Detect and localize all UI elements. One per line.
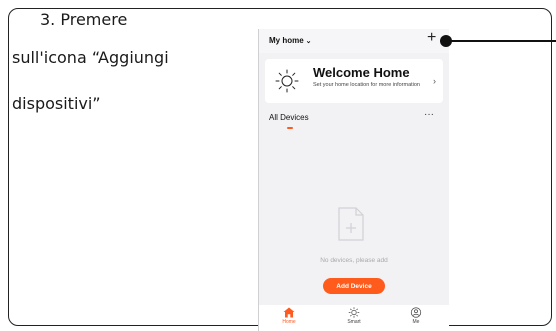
tab-all-devices[interactable]: All Devices xyxy=(269,113,309,122)
sun-icon xyxy=(275,69,299,93)
empty-state-text: No devices, please add xyxy=(320,257,388,264)
bottom-tab-bar: Home Smart Me xyxy=(259,305,449,331)
chevron-down-icon: ⌄ xyxy=(305,38,312,45)
welcome-card[interactable]: Welcome Home Set your home location for … xyxy=(265,59,443,103)
instruction-line-1: 3. Premere xyxy=(40,10,128,29)
empty-device-icon xyxy=(338,207,364,241)
home-selector[interactable]: My home ⌄ xyxy=(269,36,312,45)
callout-pointer-dot xyxy=(440,35,452,47)
tab-smart[interactable]: Smart xyxy=(334,307,374,325)
callout-pointer-line xyxy=(446,40,556,42)
add-device-button[interactable]: Add Device xyxy=(323,278,385,294)
tab-smart-label: Smart xyxy=(347,319,361,325)
more-icon[interactable]: ··· xyxy=(424,109,434,120)
instruction-line-3: dispositivi” xyxy=(12,94,101,113)
app-header: My home ⌄ + xyxy=(259,29,449,53)
instruction-line-2: sull'icona “Aggiungi xyxy=(12,48,169,67)
add-icon[interactable]: + xyxy=(427,30,436,46)
tab-home[interactable]: Home xyxy=(269,307,309,325)
home-selector-label: My home xyxy=(269,36,304,45)
active-tab-indicator xyxy=(287,127,293,129)
home-icon xyxy=(283,307,295,318)
profile-icon xyxy=(410,307,422,318)
sun-icon xyxy=(348,307,360,318)
tab-me[interactable]: Me xyxy=(396,307,436,325)
tab-me-label: Me xyxy=(412,319,420,325)
chevron-right-icon: › xyxy=(433,76,436,86)
phone-screen: My home ⌄ + Welcome Home Set your home lo… xyxy=(258,29,449,331)
welcome-subtitle: Set your home location for more informat… xyxy=(313,82,420,88)
tab-home-label: Home xyxy=(282,319,296,325)
welcome-title: Welcome Home xyxy=(313,65,410,80)
